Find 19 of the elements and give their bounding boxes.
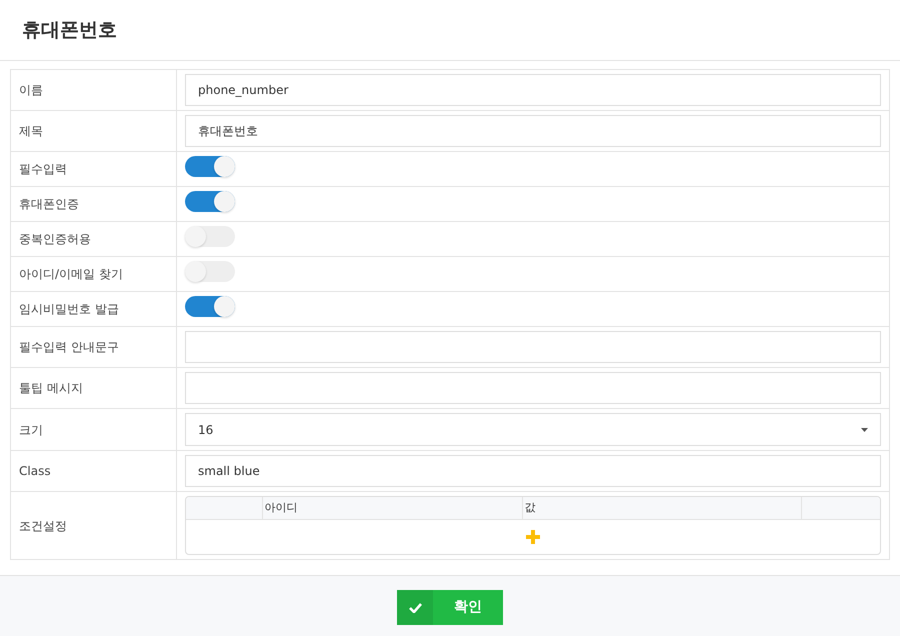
field-label: 크기 bbox=[19, 422, 43, 436]
field-label: 이름 bbox=[19, 83, 43, 97]
field-label: 조건설정 bbox=[19, 518, 67, 532]
field-label: 휴대폰인증 bbox=[19, 197, 79, 211]
field-label: 필수입력 안내문구 bbox=[19, 340, 119, 354]
column-header: 아이디 bbox=[264, 500, 298, 514]
column-header: 값 bbox=[524, 500, 536, 514]
dialog-title: 휴대폰번호 bbox=[22, 18, 117, 42]
field-label: 툴팁 메시지 bbox=[19, 381, 83, 395]
field-label: 아이디/이메일 찾기 bbox=[19, 267, 123, 281]
field-label: 임시비밀번호 발급 bbox=[19, 302, 119, 316]
size-dropdown[interactable]: 16 bbox=[185, 413, 881, 446]
text-field[interactable]: small blue bbox=[185, 455, 881, 487]
field-label: 중복인증허용 bbox=[19, 232, 91, 246]
text-field[interactable]: 휴대폰번호 bbox=[185, 115, 881, 147]
field-label: 필수입력 bbox=[19, 162, 67, 176]
field-label: 제목 bbox=[19, 124, 43, 138]
field-label: Class bbox=[19, 464, 51, 478]
text-field[interactable]: phone_number bbox=[185, 74, 881, 106]
